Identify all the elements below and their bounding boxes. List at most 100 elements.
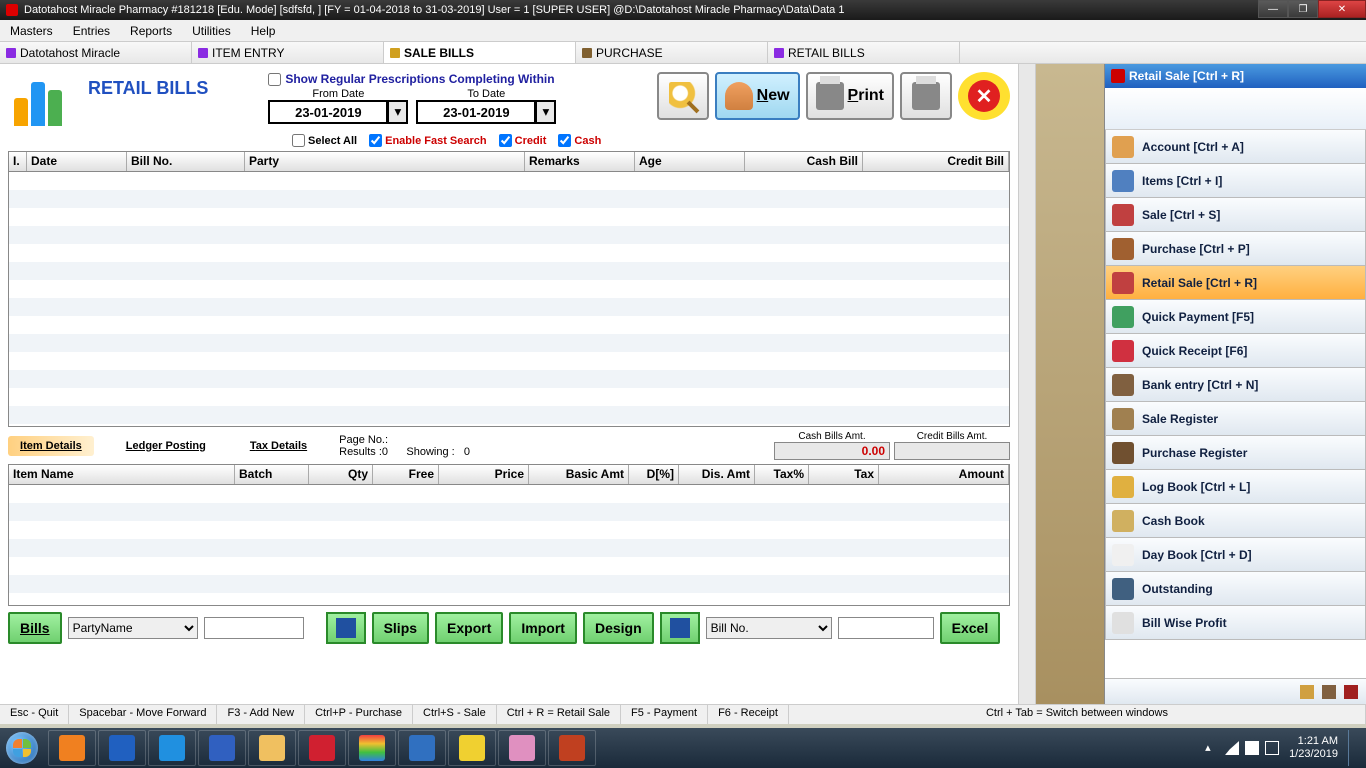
col-index[interactable]: I. — [9, 152, 27, 171]
nav-item-8[interactable]: Sale Register — [1105, 402, 1366, 436]
tab-ledger-posting[interactable]: Ledger Posting — [114, 436, 218, 456]
from-date-dropdown[interactable]: ▾ — [388, 100, 408, 124]
billno-select[interactable]: Bill No. — [706, 617, 832, 639]
col-price[interactable]: Price — [439, 465, 529, 484]
tab-item-details[interactable]: Item Details — [8, 436, 94, 456]
col-batch[interactable]: Batch — [235, 465, 309, 484]
party-search-input[interactable] — [204, 617, 304, 639]
show-prescriptions-checkbox[interactable]: Show Regular Prescriptions Completing Wi… — [268, 72, 556, 86]
nav-item-icon — [1112, 544, 1134, 566]
menu-utilities[interactable]: Utilities — [182, 24, 241, 38]
nav-item-0[interactable]: Account [Ctrl + A] — [1105, 130, 1366, 164]
col-creditbill[interactable]: Credit Bill — [863, 152, 1009, 171]
slips-button[interactable]: Slips — [372, 612, 429, 644]
credit-checkbox[interactable]: Credit — [499, 134, 547, 147]
col-dpct[interactable]: D[%] — [629, 465, 679, 484]
print-all-button[interactable] — [900, 72, 952, 120]
nav-item-9[interactable]: Purchase Register — [1105, 436, 1366, 470]
taskbar-app-0[interactable] — [48, 730, 96, 766]
nav-item-11[interactable]: Cash Book — [1105, 504, 1366, 538]
tab-item-entry[interactable]: ITEM ENTRY — [192, 42, 384, 63]
design-button[interactable]: Design — [583, 612, 654, 644]
col-age[interactable]: Age — [635, 152, 745, 171]
system-tray[interactable]: ▴ — [1205, 741, 1279, 755]
menu-reports[interactable]: Reports — [120, 24, 182, 38]
taskbar-app-9[interactable] — [498, 730, 546, 766]
col-amount[interactable]: Amount — [879, 465, 1009, 484]
menu-masters[interactable]: Masters — [0, 24, 63, 38]
cash-checkbox[interactable]: Cash — [558, 134, 601, 147]
taskbar-app-7[interactable] — [398, 730, 446, 766]
search-button[interactable] — [657, 72, 709, 120]
maximize-button[interactable]: ❐ — [1288, 0, 1318, 18]
col-free[interactable]: Free — [373, 465, 439, 484]
col-itemname[interactable]: Item Name — [9, 465, 235, 484]
show-desktop[interactable] — [1348, 730, 1356, 766]
footer-icon-3[interactable] — [1344, 685, 1358, 699]
nav-item-10[interactable]: Log Book [Ctrl + L] — [1105, 470, 1366, 504]
export-button[interactable]: Export — [435, 612, 503, 644]
nav-item-2[interactable]: Sale [Ctrl + S] — [1105, 198, 1366, 232]
col-billno[interactable]: Bill No. — [127, 152, 245, 171]
filter-button[interactable] — [326, 612, 366, 644]
col-party[interactable]: Party — [245, 152, 525, 171]
nav-item-3[interactable]: Purchase [Ctrl + P] — [1105, 232, 1366, 266]
close-window-button[interactable]: ✕ — [1318, 0, 1366, 18]
tab-purchase[interactable]: PURCHASE — [576, 42, 768, 63]
fast-search-checkbox[interactable]: Enable Fast Search — [369, 134, 487, 147]
taskbar-app-1[interactable] — [98, 730, 146, 766]
nav-item-label: Quick Payment [F5] — [1142, 310, 1254, 324]
sort-button[interactable] — [660, 612, 700, 644]
clock[interactable]: 1:21 AM 1/23/2019 — [1289, 735, 1338, 761]
menu-help[interactable]: Help — [241, 24, 286, 38]
tab-tax-details[interactable]: Tax Details — [238, 436, 319, 456]
vertical-scrollbar[interactable] — [1018, 64, 1036, 704]
import-button[interactable]: Import — [509, 612, 577, 644]
col-date[interactable]: Date — [27, 152, 127, 171]
col-taxpct[interactable]: Tax% — [755, 465, 809, 484]
taskbar-app-8[interactable] — [448, 730, 496, 766]
col-disamt[interactable]: Dis. Amt — [679, 465, 755, 484]
taskbar-app-5[interactable] — [298, 730, 346, 766]
bills-button[interactable]: Bills — [8, 612, 62, 644]
to-date-input[interactable] — [416, 100, 536, 124]
minimize-button[interactable]: — — [1258, 0, 1288, 18]
party-select[interactable]: PartyName — [68, 617, 198, 639]
select-all-checkbox[interactable]: Select All — [292, 134, 357, 147]
tab-retail-bills[interactable]: RETAIL BILLS — [768, 42, 960, 63]
new-button[interactable]: New — [715, 72, 800, 120]
excel-button[interactable]: Excel — [940, 612, 1001, 644]
footer-icon-2[interactable] — [1322, 685, 1336, 699]
col-basicamt[interactable]: Basic Amt — [529, 465, 629, 484]
nav-item-7[interactable]: Bank entry [Ctrl + N] — [1105, 368, 1366, 402]
col-remarks[interactable]: Remarks — [525, 152, 635, 171]
tab-sale-bills[interactable]: SALE BILLS — [384, 42, 576, 63]
from-date-input[interactable] — [268, 100, 388, 124]
nav-item-12[interactable]: Day Book [Ctrl + D] — [1105, 538, 1366, 572]
nav-item-1[interactable]: Items [Ctrl + I] — [1105, 164, 1366, 198]
nav-item-4[interactable]: Retail Sale [Ctrl + R] — [1105, 266, 1366, 300]
nav-item-13[interactable]: Outstanding — [1105, 572, 1366, 606]
taskbar-app-4[interactable] — [248, 730, 296, 766]
menu-entries[interactable]: Entries — [63, 24, 120, 38]
footer-icon-1[interactable] — [1300, 685, 1314, 699]
col-cashbill[interactable]: Cash Bill — [745, 152, 863, 171]
col-qty[interactable]: Qty — [309, 465, 373, 484]
taskbar-app-6[interactable] — [348, 730, 396, 766]
to-date-dropdown[interactable]: ▾ — [536, 100, 556, 124]
items-grid-body[interactable] — [9, 485, 1009, 605]
taskbar-app-2[interactable] — [148, 730, 196, 766]
nav-item-5[interactable]: Quick Payment [F5] — [1105, 300, 1366, 334]
billno-search-input[interactable] — [838, 617, 934, 639]
taskbar-app-3[interactable] — [198, 730, 246, 766]
tab-datotahost[interactable]: Datotahost Miracle — [0, 42, 192, 63]
nav-item-6[interactable]: Quick Receipt [F6] — [1105, 334, 1366, 368]
start-button[interactable] — [0, 728, 44, 768]
col-tax[interactable]: Tax — [809, 465, 879, 484]
taskbar-app-10[interactable] — [548, 730, 596, 766]
bills-grid-body[interactable] — [9, 172, 1009, 426]
close-button[interactable]: ✕ — [958, 72, 1010, 120]
nav-item-14[interactable]: Bill Wise Profit — [1105, 606, 1366, 640]
print-button[interactable]: Print — [806, 72, 894, 120]
nav-item-icon — [1112, 442, 1134, 464]
